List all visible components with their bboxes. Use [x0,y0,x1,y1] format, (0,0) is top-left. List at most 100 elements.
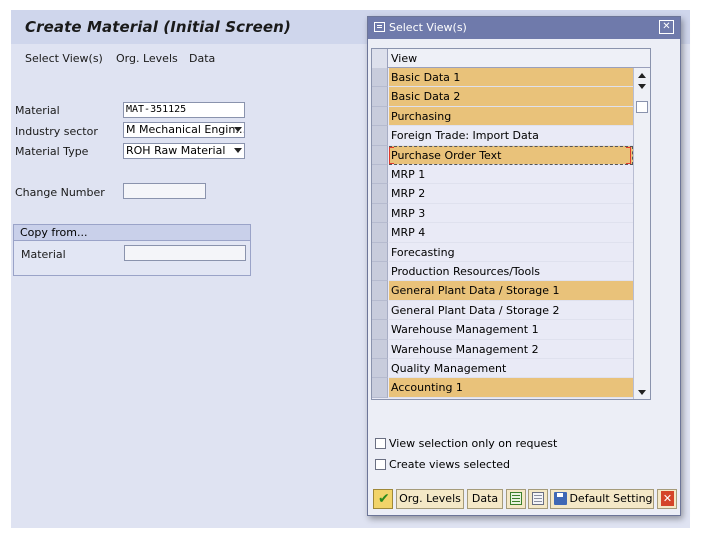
table-row[interactable]: Warehouse Management 1 [372,320,633,340]
table-row[interactable]: Foreign Trade: Import Data [372,126,633,146]
copy-material-field[interactable] [124,245,246,261]
org-levels-button[interactable]: Org. Levels [396,489,464,509]
material-type-select[interactable]: ROH Raw Material [123,143,245,159]
material-field[interactable]: MAT-351125 [123,102,245,118]
column-header-view: View [391,52,418,65]
close-icon[interactable]: ✕ [659,20,674,34]
row-selector[interactable] [372,359,388,379]
row-selector[interactable] [372,106,388,127]
row-selector[interactable] [372,320,388,340]
scroll-thumb[interactable] [636,101,648,113]
material-label: Material [15,104,60,117]
views-table: View Basic Data 1 Basic Data 2 Purchasing F… [371,48,651,400]
cancel-button[interactable]: ✕ [657,489,677,509]
view-label[interactable]: General Plant Data / Storage 1 [389,281,633,301]
table-row[interactable]: Purchase Order Text [372,145,633,165]
row-selector[interactable] [372,300,388,321]
row-selector[interactable] [372,165,388,185]
select-all-rows-cell[interactable] [372,49,388,68]
copy-from-header: Copy from... [14,225,250,241]
view-label[interactable]: Warehouse Management 1 [389,320,633,340]
dropdown-arrow-icon[interactable] [234,127,242,132]
continue-button[interactable]: ✔ [373,489,393,509]
menu-select-views[interactable]: Select View(s) [25,52,103,65]
deselect-all-icon [532,492,544,505]
view-selection-on-request-checkbox[interactable] [375,438,386,449]
view-label[interactable]: Quality Management [389,359,633,379]
row-selector[interactable] [372,281,388,301]
table-row[interactable]: Quality Management [372,359,633,379]
dialog-title: Select View(s) [389,21,467,34]
data-button[interactable]: Data [467,489,503,509]
copy-from-group: Copy from... Material [13,224,251,276]
view-label[interactable]: Production Resources/Tools [389,262,633,282]
window-icon [374,22,385,32]
view-label[interactable]: MRP 1 [389,165,633,185]
table-row[interactable]: Production Resources/Tools [372,262,633,282]
table-row[interactable]: MRP 1 [372,165,633,185]
select-all-button[interactable] [506,489,526,509]
scroll-down-icon[interactable] [638,390,646,395]
view-label[interactable]: Purchase Order Text [389,145,633,165]
table-row[interactable]: MRP 2 [372,184,633,204]
row-selector[interactable] [372,126,388,146]
focus-bracket-left [389,146,394,164]
scroll-up-icon[interactable] [638,73,646,78]
view-label[interactable]: General Plant Data / Storage 2 [389,301,633,321]
table-row[interactable]: Forecasting [372,242,633,262]
view-label[interactable]: Purchasing [389,106,633,127]
row-selector[interactable] [372,262,388,282]
view-label[interactable]: MRP 4 [389,223,633,243]
row-selector[interactable] [372,68,388,88]
table-row[interactable]: Basic Data 1 [372,68,633,88]
select-all-icon [510,492,522,505]
focus-bracket-right [626,146,631,164]
industry-sector-label: Industry sector [15,125,98,138]
material-type-label: Material Type [15,145,89,158]
create-views-selected-label: Create views selected [389,458,511,471]
view-label[interactable]: Basic Data 1 [389,68,633,88]
table-row[interactable]: Basic Data 2 [372,87,633,107]
row-selector[interactable] [372,242,388,262]
table-row[interactable]: Purchasing [372,106,633,127]
select-views-dialog: Select View(s) ✕ View Basic Data 1 Basic … [367,16,681,516]
view-label[interactable]: Basic Data 2 [389,87,633,107]
industry-sector-select[interactable]: M Mechanical Engin… [123,122,245,138]
table-row[interactable]: Accounting 1 [372,378,633,398]
scroll-down-icon[interactable] [638,84,646,89]
view-label[interactable]: Warehouse Management 2 [389,340,633,359]
row-selector[interactable] [372,184,388,204]
row-selector[interactable] [372,203,388,224]
table-row[interactable]: MRP 3 [372,203,633,224]
menu-org-levels[interactable]: Org. Levels [116,52,178,65]
row-selector[interactable] [372,339,388,359]
material-type-value: ROH Raw Material [126,144,226,157]
change-number-label: Change Number [15,186,105,199]
change-number-field[interactable] [123,183,206,199]
dropdown-arrow-icon[interactable] [234,148,242,153]
table-row[interactable]: Warehouse Management 2 [372,339,633,359]
dialog-title-bar: Select View(s) ✕ [368,17,680,39]
default-setting-label: Default Setting [569,492,653,505]
create-views-selected-checkbox[interactable] [375,459,386,470]
view-label[interactable]: MRP 2 [389,184,633,204]
table-row[interactable]: General Plant Data / Storage 2 [372,300,633,321]
default-setting-button[interactable]: Default Setting [550,489,654,509]
view-label[interactable]: MRP 3 [389,204,633,224]
deselect-all-button[interactable] [528,489,548,509]
row-selector[interactable] [372,378,388,398]
page-title: Create Material (Initial Screen) [25,18,291,36]
table-row[interactable]: MRP 4 [372,223,633,243]
view-label[interactable]: Foreign Trade: Import Data [389,126,633,146]
vertical-scrollbar[interactable] [633,68,650,399]
view-selection-on-request-label: View selection only on request [389,437,558,450]
green-check-icon: ✔ [378,491,390,507]
menu-data[interactable]: Data [189,52,215,65]
view-label[interactable]: Forecasting [389,243,633,262]
view-label[interactable]: Accounting 1 [389,378,633,398]
copy-material-label: Material [21,248,66,261]
row-selector[interactable] [372,145,388,165]
row-selector[interactable] [372,87,388,107]
row-selector[interactable] [372,223,388,243]
table-row[interactable]: General Plant Data / Storage 1 [372,281,633,301]
